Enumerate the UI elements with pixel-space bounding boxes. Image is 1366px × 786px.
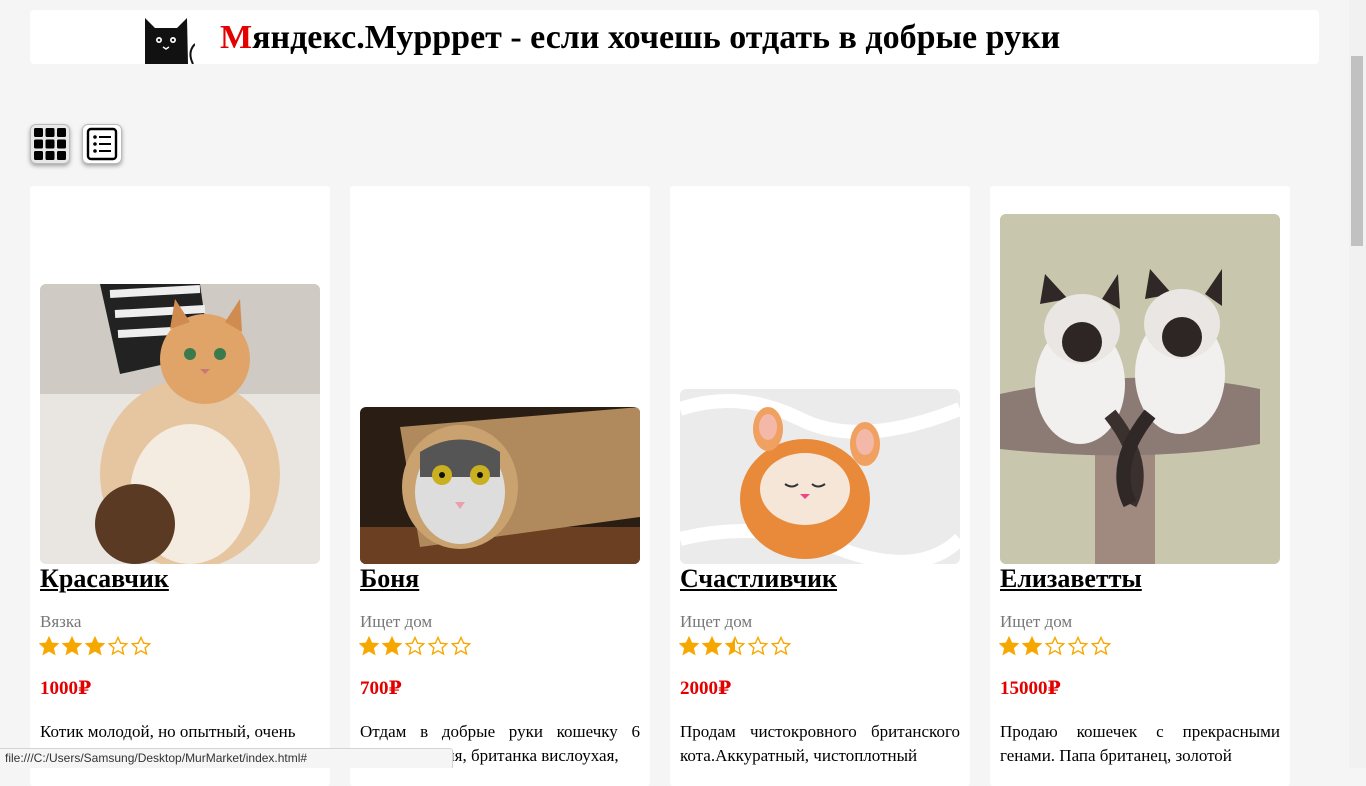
star-full-icon [679, 636, 699, 656]
rating-stars [679, 636, 791, 656]
card-status: Ищет дом [360, 612, 433, 631]
rating-stars [999, 636, 1111, 656]
star-empty-icon [428, 636, 448, 656]
card-title[interactable]: Красавчик [40, 564, 169, 594]
card-price: 2000₽ [680, 678, 732, 699]
star-full-icon [999, 636, 1019, 656]
black-cat-icon [145, 18, 195, 64]
title-rest: яндекс.Мурррет - если хочешь отдать в до… [252, 19, 1061, 56]
star-empty-icon [748, 636, 768, 656]
star-empty-icon [1045, 636, 1065, 656]
star-full-icon [702, 636, 722, 656]
card-description: Продаю кошечек с прекрасными генами. Пап… [1000, 722, 1280, 765]
card-status: Ищет дом [680, 612, 753, 631]
list-view-icon [86, 127, 118, 161]
star-full-icon [1022, 636, 1042, 656]
cat-photo[interactable] [360, 407, 640, 564]
grid-view-icon [34, 128, 66, 160]
star-half-icon [725, 636, 745, 656]
rating-stars [39, 636, 151, 656]
card-status: Вязка [40, 612, 82, 631]
card-price: 700₽ [360, 678, 402, 699]
scrollbar-thumb[interactable] [1351, 56, 1363, 246]
card-description: Продам чистокровного британского кота.Ак… [680, 722, 960, 765]
star-full-icon [39, 636, 59, 656]
cat-photo[interactable] [40, 284, 320, 564]
product-card: Красавчик Вязка 1000₽ Котик молодой, но … [30, 186, 330, 786]
star-empty-icon [1091, 636, 1111, 656]
list-view-button[interactable] [82, 124, 122, 164]
cat-photo[interactable] [680, 389, 960, 564]
vertical-scrollbar[interactable] [1349, 0, 1366, 768]
site-header: Мяндекс.Мурррет - если хочешь отдать в д… [30, 10, 1319, 64]
star-full-icon [62, 636, 82, 656]
star-empty-icon [451, 636, 471, 656]
star-empty-icon [108, 636, 128, 656]
card-title[interactable]: Счастливчик [680, 564, 837, 594]
star-empty-icon [131, 636, 151, 656]
card-title[interactable]: Елизаветты [1000, 564, 1142, 594]
grid-view-button[interactable] [30, 124, 70, 164]
star-full-icon [85, 636, 105, 656]
product-card: Елизаветты Ищет дом 15000₽ Продаю кошече… [990, 186, 1290, 786]
star-empty-icon [405, 636, 425, 656]
star-empty-icon [771, 636, 791, 656]
product-card: Боня Ищет дом 700₽ Отдам в добрые руки к… [350, 186, 650, 786]
cat-photo[interactable] [1000, 214, 1280, 564]
rating-stars [359, 636, 471, 656]
star-full-icon [382, 636, 402, 656]
page-title: Мяндекс.Мурррет - если хочешь отдать в д… [220, 18, 1060, 58]
card-price: 1000₽ [40, 678, 92, 699]
star-full-icon [359, 636, 379, 656]
title-first-letter: М [220, 19, 253, 56]
product-card: Счастливчик Ищет дом 2000₽ Продам чисток… [670, 186, 970, 786]
card-status: Ищет дом [1000, 612, 1073, 631]
star-empty-icon [1068, 636, 1088, 656]
card-price: 15000₽ [1000, 678, 1061, 699]
card-title[interactable]: Боня [360, 564, 419, 594]
card-description: Котик молодой, но опытный, очень [40, 722, 296, 741]
browser-status-bar: file:///C:/Users/Samsung/Desktop/MurMark… [0, 748, 453, 768]
